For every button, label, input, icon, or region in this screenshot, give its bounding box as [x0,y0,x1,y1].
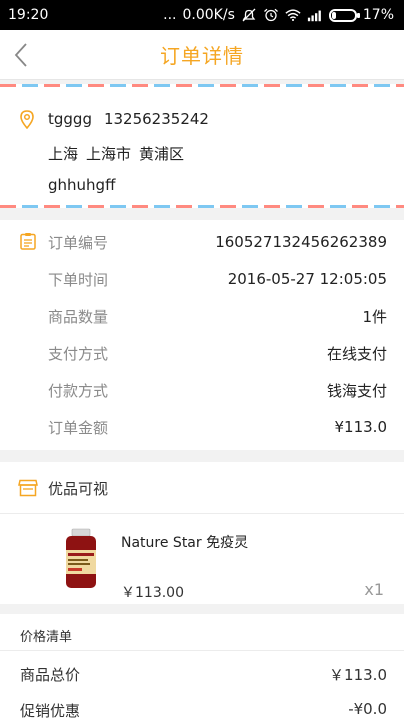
address-province: 上海 [48,145,79,163]
divider [0,650,404,651]
network-speed: 0.00K/s [182,7,235,23]
chevron-left-icon [14,43,27,67]
order-row-value: 钱海支付 [326,381,387,400]
order-row-amount: 订单金额 ¥113.0 [48,415,387,439]
address-district: 黄浦区 [139,145,185,163]
order-row-quantity: 商品数量 1件 [48,304,387,328]
order-row-label: 订单编号 [48,233,109,252]
order-row-number: 订单编号 160527132456262389 [48,230,387,254]
order-row-label: 支付方式 [48,344,109,363]
price-row-value: -¥0.0 [348,700,387,718]
status-dots: ... [163,7,177,23]
status-indicators: ... 0.00K/s 17% [163,7,394,23]
price-row-discount: 促销优惠 -¥0.0 [20,700,387,720]
recipient-phone: 13256235242 [103,110,209,128]
product-price: ￥113.00 [121,585,184,601]
alarm-off-icon [242,8,256,22]
envelope-stripe-top [0,84,404,87]
shop-name: 优品可视 [48,480,109,498]
order-info-card: 订单编号 160527132456262389 下单时间 2016-05-27 … [0,220,404,450]
back-button[interactable] [14,40,42,70]
alarm-clock-icon [263,8,278,22]
envelope-stripe-bottom [0,205,404,208]
product-name: Nature Star 免疫灵 [121,535,249,551]
goods-card: 优品可视 Nature Star 免疫灵 ￥113.00 x1 [0,462,404,604]
nav-bar: 订单详情 [0,30,404,80]
order-row-value: 1件 [362,307,387,326]
price-row-subtotal: 商品总价 ￥113.0 [20,664,387,685]
order-row-value: 160527132456262389 [215,233,387,251]
address-city: 上海市 [86,145,132,163]
address-card[interactable]: tgggg 13256235242 上海 上海市 黄浦区 ghhuhgff [0,84,404,208]
battery-percent: 17% [362,7,394,23]
order-row-time: 下单时间 2016-05-27 12:05:05 [48,267,387,291]
address-detail: ghhuhgff [48,176,116,194]
status-bar: 19:20 ... 0.00K/s 17% [0,0,404,30]
product-image [66,528,96,588]
price-row-label: 促销优惠 [20,702,81,720]
order-row-label: 下单时间 [48,270,109,289]
order-row-value: 在线支付 [326,344,387,363]
shop-header[interactable]: 优品可视 [0,462,404,514]
battery-icon [328,8,360,22]
price-row-label: 商品总价 [20,666,81,684]
order-row-label: 商品数量 [48,307,109,326]
shop-icon [18,479,38,497]
clipboard-icon [20,233,36,250]
page-title: 订单详情 [160,44,244,68]
product-quantity: x1 [364,580,384,599]
region-line: 上海 上海市 黄浦区 [48,143,184,164]
wifi-icon [285,9,301,22]
order-row-label: 付款方式 [48,381,109,400]
order-row-value: ¥113.0 [334,418,388,436]
recipient-name: tgggg [48,110,92,128]
order-row-payment-method: 支付方式 在线支付 [48,341,387,365]
order-row-value: 2016-05-27 12:05:05 [227,270,387,288]
location-pin-icon [20,110,34,129]
status-time: 19:20 [8,7,49,23]
battery-level [331,11,336,19]
product-item[interactable]: Nature Star 免疫灵 ￥113.00 x1 [0,514,404,604]
recipient-line: tgggg 13256235242 [48,110,209,128]
order-row-label: 订单金额 [48,418,109,437]
price-list-card: 价格清单 商品总价 ￥113.0 促销优惠 -¥0.0 [0,614,404,720]
order-row-payment-channel: 付款方式 钱海支付 [48,378,387,402]
signal-icon [307,10,321,22]
price-list-title: 价格清单 [20,630,73,645]
price-row-value: ￥113.0 [329,666,387,684]
